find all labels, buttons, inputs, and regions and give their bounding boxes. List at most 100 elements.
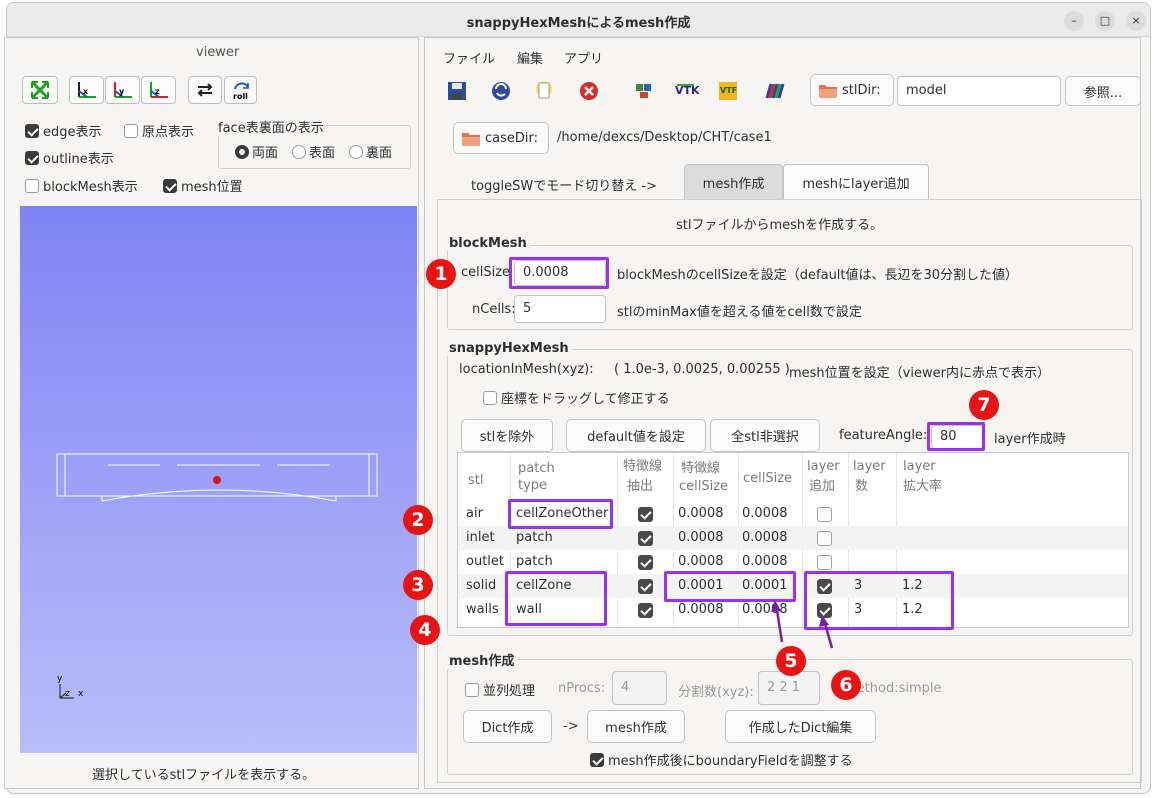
ncells-input[interactable]: 5	[514, 295, 606, 323]
cube-icon[interactable]	[630, 76, 658, 104]
face-front-radio-dot[interactable]	[292, 145, 306, 159]
annotation-badge-2: 2	[403, 505, 433, 535]
create-dict-button[interactable]: Dict作成	[463, 710, 552, 743]
paraview-icon[interactable]	[761, 76, 789, 104]
set-default-button[interactable]: default値を設定	[566, 419, 706, 452]
face-back-radio-dot[interactable]	[349, 145, 363, 159]
split-input[interactable]: 2 2 1	[758, 671, 820, 705]
outline-check[interactable]	[25, 151, 39, 165]
roll-button[interactable]: roll	[224, 76, 257, 104]
new-icon[interactable]	[530, 76, 558, 104]
cell-cellsize[interactable]: 0.0008	[742, 554, 788, 569]
refresh-icon[interactable]	[487, 76, 515, 104]
adjust-check[interactable]	[590, 753, 604, 767]
save-icon[interactable]	[443, 76, 471, 104]
menu-file[interactable]: ファイル	[443, 48, 495, 67]
origin-checkbox[interactable]: 原点表示	[124, 121, 194, 140]
blockmesh-checkbox[interactable]: blockMesh表示	[25, 176, 138, 195]
close-icon[interactable]	[575, 76, 603, 104]
browse-button[interactable]: 参照...	[1065, 76, 1141, 106]
face-both-radio-dot[interactable]	[235, 145, 249, 159]
annotation-badge-1: 1	[426, 259, 456, 289]
adjust-checkbox[interactable]: mesh作成後にboundaryFieldを調整する	[590, 750, 853, 769]
roll-icon: roll	[233, 82, 249, 101]
nprocs-input[interactable]: 4	[612, 671, 667, 705]
remove-stl-button[interactable]: stlを除外	[461, 419, 553, 452]
highlight-patch-type-air	[508, 499, 613, 529]
edge-label: edge表示	[43, 125, 102, 140]
parallel-checkbox[interactable]: 並列処理	[465, 680, 535, 699]
face-front-radio[interactable]: 表面	[292, 142, 335, 161]
maximize-button[interactable]: □	[1095, 11, 1115, 31]
viewer-canvas[interactable]: y z x	[20, 206, 417, 753]
cell-stl: inlet	[466, 530, 495, 545]
casedir-button[interactable]: caseDir:	[453, 122, 549, 154]
table-row[interactable]: inlet patch 0.0008 0.0008	[458, 526, 1128, 550]
ncells-label: nCells:	[472, 302, 516, 317]
meshpos-checkbox[interactable]: mesh位置	[163, 176, 243, 195]
drag-checkbox[interactable]: 座標をドラッグして修正する	[483, 388, 670, 407]
col-feature-extract-2: 抽出	[627, 479, 654, 494]
view-y-button[interactable]: y	[105, 76, 140, 104]
drag-check[interactable]	[483, 391, 497, 405]
layer-add-checkbox[interactable]	[817, 555, 832, 570]
cell-cellsize[interactable]: 0.0008	[742, 506, 788, 521]
col-layer-add-1: layer	[807, 459, 840, 474]
stldir-button[interactable]: stlDir:	[810, 74, 894, 106]
reverse-view-icon	[197, 83, 213, 97]
svg-text:z: z	[65, 689, 70, 699]
edge-check[interactable]	[25, 124, 39, 138]
view-z-button[interactable]: z	[141, 76, 176, 104]
cell-feature-cellsize[interactable]: 0.0008	[678, 506, 724, 521]
minimize-button[interactable]: –	[1064, 11, 1084, 31]
annotation-badge-3: 3	[403, 570, 433, 600]
col-layer-num-1: layer	[853, 459, 886, 474]
stldir-input[interactable]: model	[897, 76, 1061, 106]
face-both-radio[interactable]: 両面	[235, 142, 278, 161]
cell-feature-cellsize[interactable]: 0.0008	[678, 530, 724, 545]
mode-label: toggleSWでモード切り替え ->	[471, 179, 657, 194]
cell-feature-cellsize[interactable]: 0.0008	[678, 554, 724, 569]
view-x-button[interactable]: x	[69, 76, 104, 104]
edit-dict-button[interactable]: 作成したDict編集	[725, 710, 876, 743]
annotation-arrows	[771, 600, 834, 649]
vtk-icon[interactable]: VTK	[672, 76, 700, 104]
feature-extract-checkbox[interactable]	[638, 579, 653, 594]
meshgen-title: mesh作成	[446, 650, 518, 669]
blockmesh-check[interactable]	[25, 179, 39, 193]
tab-layer[interactable]: meshにlayer追加	[783, 164, 929, 200]
origin-check[interactable]	[124, 124, 138, 138]
svg-text:x: x	[78, 689, 84, 699]
stldir-label: stlDir:	[842, 82, 881, 98]
outline-checkbox[interactable]: outline表示	[25, 148, 114, 167]
vtf-icon[interactable]: VTF	[714, 76, 742, 104]
feature-extract-checkbox[interactable]	[638, 555, 653, 570]
layer-add-checkbox[interactable]	[817, 507, 832, 522]
parallel-check[interactable]	[465, 683, 479, 697]
edge-checkbox[interactable]: edge表示	[25, 121, 102, 140]
close-window-button[interactable]: ×	[1126, 11, 1146, 31]
feature-angle-label: featureAngle:	[839, 428, 928, 443]
create-mesh-button[interactable]: mesh作成	[587, 710, 685, 743]
highlight-cellsize	[509, 257, 609, 289]
menu-app[interactable]: アプリ	[564, 48, 603, 67]
feature-extract-checkbox[interactable]	[638, 507, 653, 522]
fit-view-button[interactable]	[22, 76, 58, 104]
layer-add-checkbox[interactable]	[817, 531, 832, 546]
feature-extract-checkbox[interactable]	[638, 603, 653, 618]
tab-mesh[interactable]: mesh作成	[684, 164, 783, 200]
deselect-all-button[interactable]: 全stl非選択	[710, 419, 820, 452]
menu-edit[interactable]: 編集	[517, 48, 543, 67]
meshpos-check[interactable]	[163, 179, 177, 193]
cell-cellsize[interactable]: 0.0008	[742, 530, 788, 545]
reverse-view-button[interactable]	[188, 76, 222, 104]
cell-type[interactable]: patch	[516, 530, 553, 545]
casedir-label: caseDir:	[485, 130, 539, 146]
casedir-path: /home/dexcs/Desktop/CHT/case1	[557, 130, 772, 145]
feature-extract-checkbox[interactable]	[638, 531, 653, 546]
face-back-radio[interactable]: 裏面	[349, 142, 392, 161]
highlight-patch-type-solid-walls	[505, 571, 607, 626]
cell-type[interactable]: patch	[516, 554, 553, 569]
model-outline: y z x	[56, 453, 378, 699]
cell-feature-cellsize[interactable]: 0.0008	[678, 602, 724, 617]
